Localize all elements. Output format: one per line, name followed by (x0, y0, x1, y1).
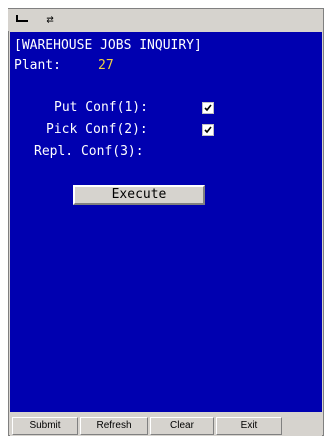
plant-label: Plant: (14, 58, 61, 73)
keyboard-icon[interactable] (14, 12, 30, 26)
put-conf-label: Put Conf(1): (54, 100, 148, 115)
put-conf-checkbox[interactable] (202, 102, 214, 114)
pick-conf-checkbox[interactable] (202, 124, 214, 136)
terminal-screen: [WAREHOUSE JOBS INQUIRY] Plant: 27 Put C… (10, 32, 322, 412)
page-title: [WAREHOUSE JOBS INQUIRY] (14, 38, 202, 53)
repl-conf-label: Repl. Conf(3): (34, 144, 144, 159)
exit-button[interactable]: Exit (216, 417, 282, 435)
refresh-button[interactable]: Refresh (80, 417, 148, 435)
submit-button[interactable]: Submit (12, 417, 78, 435)
top-toolbar: ⇄ (8, 9, 322, 31)
execute-button[interactable]: Execute (73, 185, 205, 205)
pick-conf-label: Pick Conf(2): (46, 122, 148, 137)
clear-button[interactable]: Clear (150, 417, 214, 435)
plant-value: 27 (98, 58, 114, 73)
swap-icon[interactable]: ⇄ (42, 12, 58, 26)
